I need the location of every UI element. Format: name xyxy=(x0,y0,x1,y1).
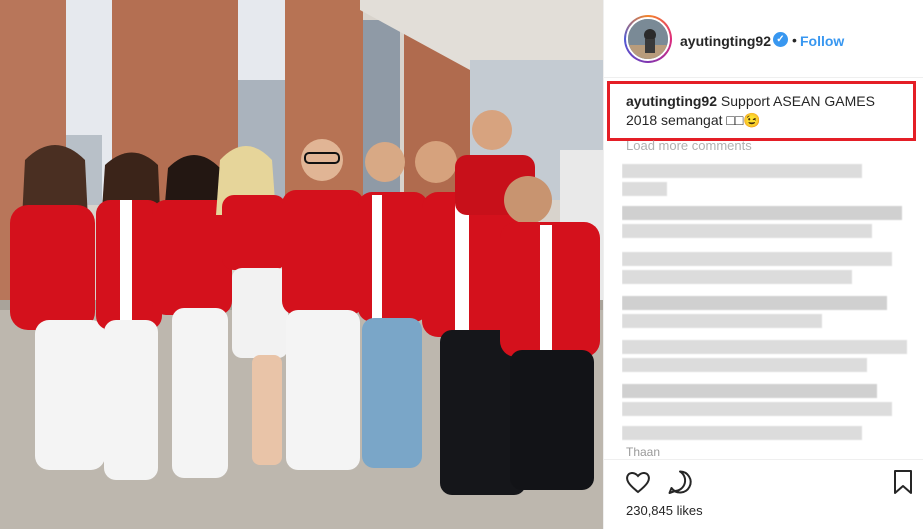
person-2 xyxy=(96,152,162,480)
blurred-comment-line xyxy=(622,164,862,178)
likes-count[interactable]: 230,845 likes xyxy=(626,503,703,518)
post-caption: ayutingting92 Support ASEAN GAMES 2018 s… xyxy=(626,92,896,130)
follow-button[interactable]: Follow xyxy=(800,33,844,49)
caption-username[interactable]: ayutingting92 xyxy=(626,93,717,109)
post-photo[interactable] xyxy=(0,0,603,529)
blurred-comment-line xyxy=(622,358,867,372)
person-9 xyxy=(500,176,600,490)
blurred-comment-line xyxy=(622,182,667,196)
comment-icon[interactable] xyxy=(666,468,694,496)
bookmark-icon[interactable] xyxy=(889,468,917,496)
blurred-comment-line xyxy=(622,426,862,440)
blurred-comment-line xyxy=(622,402,892,416)
avatar[interactable] xyxy=(624,15,672,63)
load-more-comments-link[interactable]: Load more comments xyxy=(626,138,752,153)
blurred-comment-line xyxy=(622,384,877,398)
blurred-comments: Thaan xyxy=(622,156,912,456)
heart-icon[interactable] xyxy=(624,468,652,496)
blurred-comment-line xyxy=(622,224,872,238)
verified-badge-icon: ✓ xyxy=(773,32,788,47)
separator-dot: • xyxy=(792,32,797,48)
blurred-comment-line xyxy=(622,252,892,266)
blurred-comment-line xyxy=(622,314,822,328)
post-actions: 230,845 likes xyxy=(604,459,923,529)
blurred-comment-line xyxy=(622,270,852,284)
blurred-comment-line xyxy=(622,296,887,310)
avatar-image xyxy=(626,17,670,61)
group-photo-illustration xyxy=(0,0,603,529)
post-header: ayutingting92 ✓ • Follow xyxy=(604,0,923,78)
username-link[interactable]: ayutingting92 xyxy=(680,33,771,49)
blurred-comment-line xyxy=(622,340,907,354)
blurred-comment-fragment: Thaan xyxy=(626,445,661,456)
post-sidebar: ayutingting92 ✓ • Follow ayutingting92 S… xyxy=(603,0,923,529)
blurred-comment-line xyxy=(622,206,902,220)
